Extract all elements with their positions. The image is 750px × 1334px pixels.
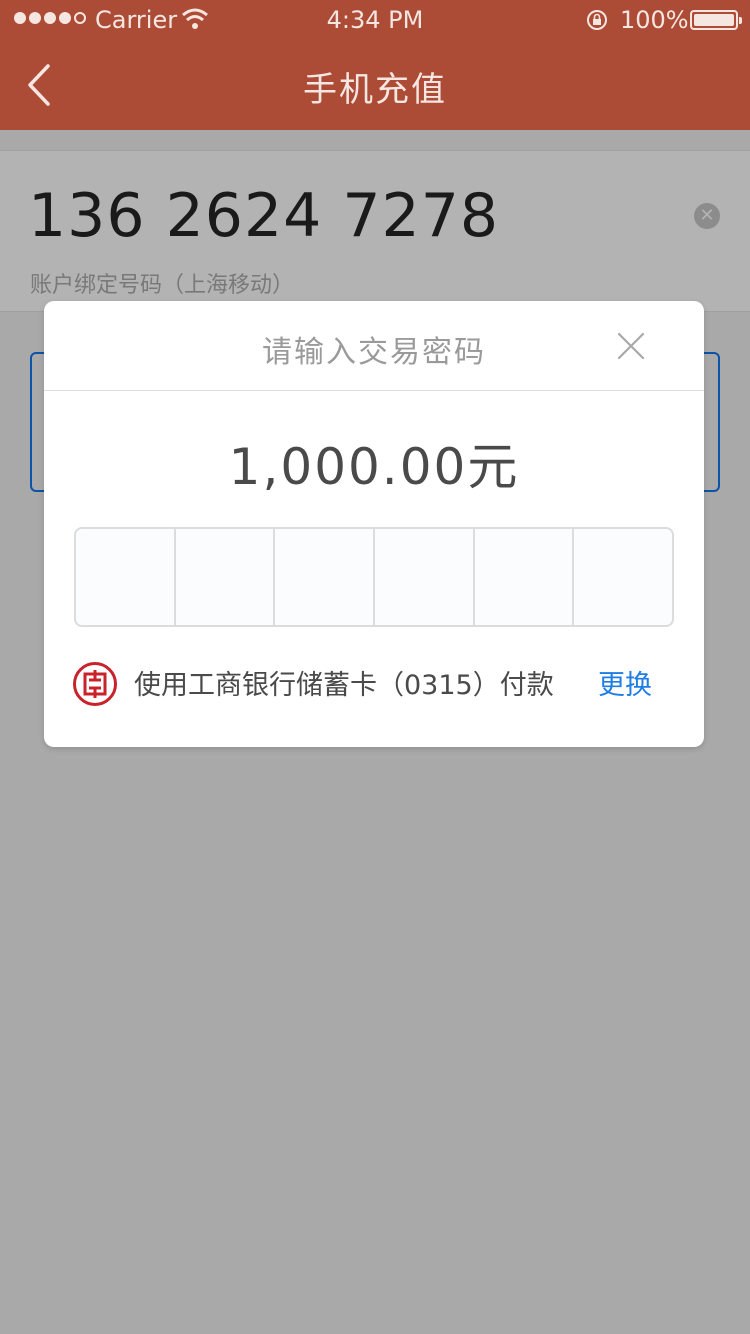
payment-method-text: 使用工商银行储蓄卡（0315）付款: [134, 670, 554, 701]
battery-percent: 100%: [620, 6, 689, 34]
phone-subtitle: 账户绑定号码（上海移动）: [30, 273, 295, 298]
password-digit-cell[interactable]: [176, 529, 276, 625]
password-dialog: 请输入交易密码 1,000.00元 使用工商银行储蓄卡（0315）付款 更换: [44, 301, 704, 747]
phone-number[interactable]: 136 2624 7278: [28, 181, 499, 251]
password-digit-cell[interactable]: [375, 529, 475, 625]
close-icon[interactable]: [616, 331, 646, 361]
password-input[interactable]: [74, 527, 674, 627]
dialog-divider: [44, 390, 704, 391]
password-digit-cell[interactable]: [275, 529, 376, 625]
payment-amount: 1,000.00元: [228, 438, 520, 496]
orientation-lock-icon: [587, 10, 607, 30]
dialog-title: 请输入交易密码: [262, 335, 486, 370]
password-digit-cell[interactable]: [475, 529, 575, 625]
status-bar: Carrier 4:34 PM 100%: [0, 0, 750, 40]
password-digit-cell[interactable]: [76, 529, 176, 625]
page-title: 手机充值: [303, 70, 447, 110]
password-digit-cell[interactable]: [574, 529, 672, 625]
icbc-logo-icon: [73, 662, 117, 706]
phone-number-section: 136 2624 7278 账户绑定号码（上海移动） ✕: [0, 150, 750, 312]
clear-icon[interactable]: ✕: [694, 203, 720, 229]
change-payment-button[interactable]: 更换: [598, 663, 652, 702]
battery-icon: [690, 10, 742, 30]
header: Carrier 4:34 PM 100% 手机充值: [0, 0, 750, 130]
